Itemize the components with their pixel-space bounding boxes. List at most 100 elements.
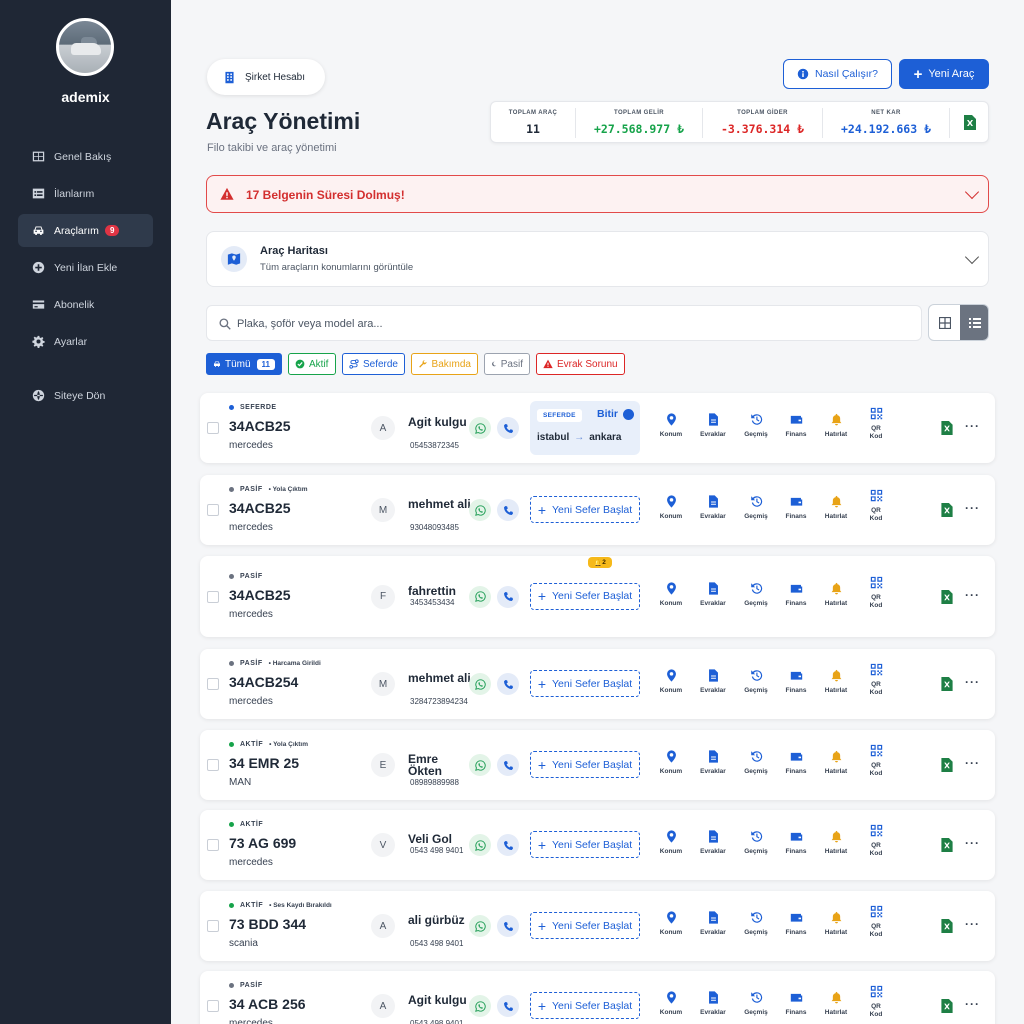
- history-button[interactable]: Geçmiş: [736, 911, 776, 937]
- row-checkbox[interactable]: [207, 1000, 219, 1012]
- vehicle-row[interactable]: PASİF • Harcama Girildi 34ACB254 mercedes Mm…: [200, 649, 995, 719]
- qr-code-button[interactable]: QR Kod: [856, 985, 896, 1019]
- remind-button[interactable]: Hatırlat: [816, 750, 856, 776]
- start-trip-button[interactable]: + Yeni Sefer Başlat: [530, 992, 640, 1019]
- sidebar-item-genel-bakis[interactable]: Genel Bakış: [18, 140, 153, 173]
- start-trip-button[interactable]: + Yeni Sefer Başlat: [530, 582, 640, 610]
- qr-code-button[interactable]: QR Kod: [856, 905, 896, 939]
- documents-button[interactable]: Evraklar: [693, 413, 733, 439]
- excel-export-icon[interactable]: [941, 919, 953, 933]
- finance-button[interactable]: Finans: [776, 413, 816, 439]
- remind-button[interactable]: Hatırlat: [816, 413, 856, 439]
- row-checkbox[interactable]: [207, 920, 219, 932]
- location-button[interactable]: Konum: [651, 413, 691, 439]
- excel-export-icon[interactable]: [941, 999, 953, 1013]
- qr-code-button[interactable]: QR Kod: [856, 489, 896, 523]
- remind-button[interactable]: Hatırlat: [816, 830, 856, 856]
- documents-button[interactable]: Evraklar: [693, 830, 733, 856]
- excel-export-icon[interactable]: [941, 421, 953, 435]
- vehicle-row[interactable]: PASİF 34ACB25 mercedes Ffahrettin 3453453434…: [200, 556, 995, 637]
- expired-documents-alert[interactable]: 17 Belgenin Süresi Dolmuş!: [206, 175, 989, 213]
- call-button[interactable]: [497, 834, 519, 856]
- filter-document-issue[interactable]: Evrak Sorunu: [536, 353, 625, 375]
- sidebar-item-araclarim[interactable]: Araçlarım 9: [18, 214, 153, 247]
- excel-export-icon[interactable]: [941, 503, 953, 517]
- call-button[interactable]: [497, 499, 519, 521]
- history-button[interactable]: Geçmiş: [736, 495, 776, 521]
- finance-button[interactable]: Finans: [776, 830, 816, 856]
- call-button[interactable]: [497, 754, 519, 776]
- more-options-icon[interactable]: ···: [965, 917, 980, 931]
- sidebar-item-yeni-ilan-ekle[interactable]: Yeni İlan Ekle: [18, 251, 153, 284]
- whatsapp-button[interactable]: [469, 754, 491, 776]
- qr-code-button[interactable]: QR Kod: [856, 824, 896, 858]
- finance-button[interactable]: Finans: [776, 991, 816, 1017]
- location-button[interactable]: Konum: [651, 495, 691, 521]
- location-button[interactable]: Konum: [651, 669, 691, 695]
- remind-button[interactable]: Hatırlat: [816, 911, 856, 937]
- row-checkbox[interactable]: [207, 839, 219, 851]
- history-button[interactable]: Geçmiş: [736, 413, 776, 439]
- vehicle-row[interactable]: AKTİF • Yola Çıktım 34 EMR 25 MAN E Emre Ökte…: [200, 730, 995, 800]
- start-trip-button[interactable]: + Yeni Sefer Başlat: [530, 831, 640, 858]
- whatsapp-button[interactable]: [469, 995, 491, 1017]
- qr-code-button[interactable]: QR Kod: [856, 663, 896, 697]
- more-options-icon[interactable]: ···: [965, 588, 980, 602]
- finish-trip-button[interactable]: Bitir: [597, 408, 618, 420]
- start-trip-button[interactable]: + Yeni Sefer Başlat: [530, 912, 640, 939]
- vehicle-row[interactable]: PASİF • Yola Çıktım 34ACB25 mercedes Mmehmet…: [200, 475, 995, 545]
- call-button[interactable]: [497, 417, 519, 439]
- finance-button[interactable]: Finans: [776, 582, 816, 608]
- whatsapp-button[interactable]: [469, 673, 491, 695]
- more-options-icon[interactable]: ···: [965, 675, 980, 689]
- filter-all[interactable]: Tümü 11: [206, 353, 282, 375]
- call-button[interactable]: [497, 585, 519, 608]
- new-vehicle-button[interactable]: + Yeni Araç: [899, 59, 989, 89]
- documents-button[interactable]: Evraklar: [693, 581, 733, 608]
- view-toggle[interactable]: [928, 304, 989, 341]
- filter-active[interactable]: Aktif: [288, 353, 336, 375]
- remind-button[interactable]: Hatırlat: [816, 991, 856, 1017]
- finance-button[interactable]: Finans: [776, 750, 816, 776]
- company-account-button[interactable]: Şirket Hesabı: [207, 59, 325, 95]
- more-options-icon[interactable]: ···: [965, 836, 980, 850]
- history-button[interactable]: Geçmiş: [736, 750, 776, 776]
- more-options-icon[interactable]: ···: [965, 756, 980, 770]
- finance-button[interactable]: Finans: [776, 669, 816, 695]
- sidebar-item-abonelik[interactable]: Abonelik: [18, 288, 153, 321]
- documents-button[interactable]: Evraklar: [693, 495, 733, 521]
- excel-export-icon[interactable]: [941, 589, 953, 604]
- qr-code-button[interactable]: QR Kod: [856, 576, 896, 610]
- sidebar-item-ilanlarim[interactable]: İlanlarım: [18, 177, 153, 210]
- filter-on-trip[interactable]: Seferde: [342, 353, 405, 375]
- vehicle-row[interactable]: PASİF 34 ACB 256 mercedes A Agit kulgu 0543 4…: [200, 971, 995, 1024]
- location-button[interactable]: Konum: [651, 750, 691, 776]
- vehicle-map-panel[interactable]: Araç Haritası Tüm araçların konumlarını …: [206, 231, 989, 287]
- sidebar-item-siteye-don[interactable]: Siteye Dön: [18, 379, 153, 412]
- whatsapp-button[interactable]: [469, 915, 491, 937]
- start-trip-button[interactable]: + Yeni Sefer Başlat: [530, 751, 640, 778]
- excel-export-icon[interactable]: [941, 677, 953, 691]
- start-trip-button[interactable]: + Yeni Sefer Başlat: [530, 496, 640, 523]
- location-button[interactable]: Konum: [651, 581, 691, 608]
- whatsapp-button[interactable]: [469, 834, 491, 856]
- documents-button[interactable]: Evraklar: [693, 911, 733, 937]
- documents-button[interactable]: Evraklar: [693, 991, 733, 1017]
- row-checkbox[interactable]: [207, 422, 219, 434]
- vehicle-row[interactable]: SEFERDE 34ACB25 mercedes A Agit kulgu 0545387…: [200, 393, 995, 463]
- qr-code-button[interactable]: QR Kod: [856, 744, 896, 778]
- whatsapp-button[interactable]: [469, 417, 491, 439]
- row-checkbox[interactable]: [207, 678, 219, 690]
- how-it-works-button[interactable]: Nasıl Çalışır?: [783, 59, 892, 89]
- call-button[interactable]: [497, 673, 519, 695]
- documents-button[interactable]: Evraklar: [693, 669, 733, 695]
- avatar[interactable]: [56, 18, 114, 76]
- search-input[interactable]: Plaka, şoför veya model ara...: [206, 305, 922, 341]
- excel-export-icon[interactable]: [964, 115, 976, 130]
- qr-code-button[interactable]: QR Kod: [856, 407, 896, 441]
- history-button[interactable]: Geçmiş: [736, 991, 776, 1017]
- excel-export-icon[interactable]: [941, 838, 953, 852]
- location-button[interactable]: Konum: [651, 830, 691, 856]
- more-options-icon[interactable]: ···: [965, 419, 980, 433]
- filter-passive[interactable]: Pasif: [484, 353, 530, 375]
